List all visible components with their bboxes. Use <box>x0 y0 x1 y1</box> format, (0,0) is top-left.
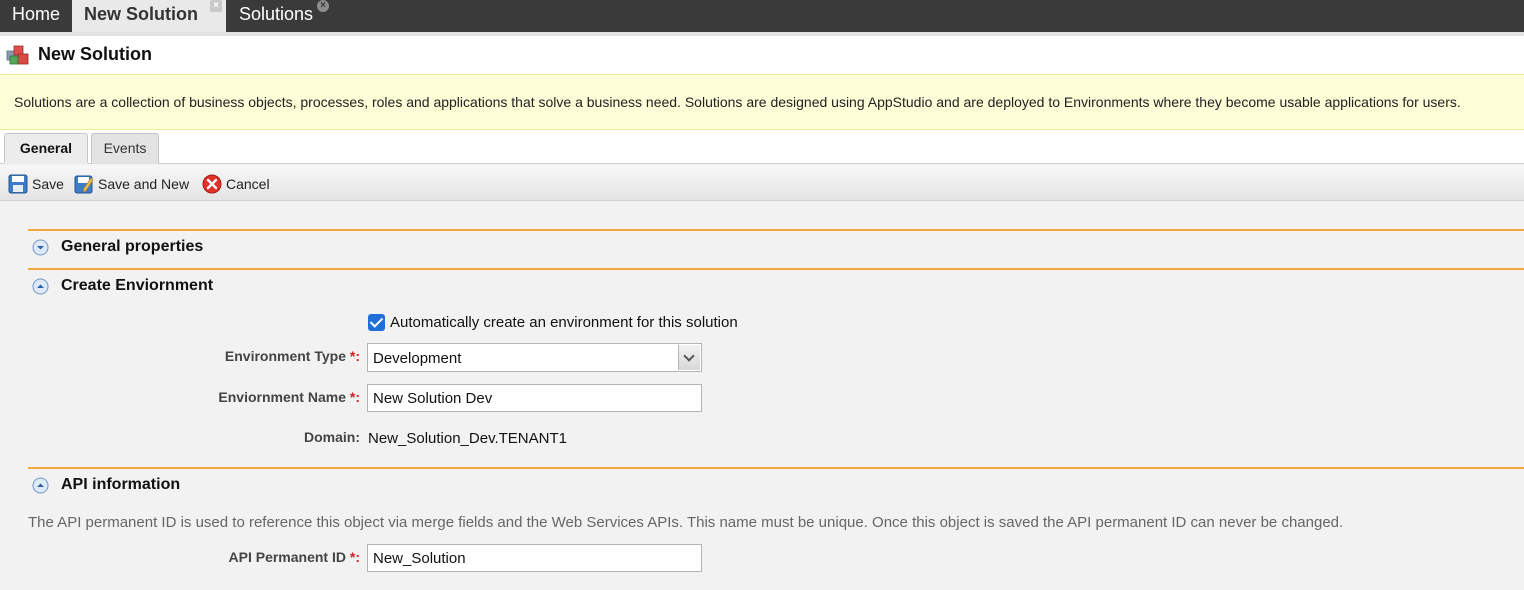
auto-create-environment-checkbox[interactable] <box>368 314 385 331</box>
environment-name-input[interactable] <box>367 384 702 412</box>
section-general-properties-title: General properties <box>61 238 204 255</box>
environment-name-label: Enviornment Name *: <box>218 389 360 405</box>
auto-create-environment-label: Automatically create an environment for … <box>390 314 738 331</box>
api-description: The API permanent ID is used to referenc… <box>28 514 1344 531</box>
cancel-label: Cancel <box>226 176 270 192</box>
tab-new-solution-label: New Solution <box>84 4 198 24</box>
info-banner: Solutions are a collection of business o… <box>0 74 1524 130</box>
section-api-information-title: API information <box>61 476 181 493</box>
cancel-button[interactable]: Cancel <box>202 174 274 194</box>
tab-home-label: Home <box>12 4 61 24</box>
save-label: Save <box>32 176 64 192</box>
save-button[interactable]: Save <box>8 174 68 194</box>
section-create-environment[interactable]: Create Enviornment <box>28 268 1524 306</box>
chevron-up-circle-icon[interactable] <box>32 477 49 494</box>
environment-type-select[interactable]: Development <box>367 343 702 372</box>
save-and-new-label: Save and New <box>98 176 190 192</box>
tab-new-solution-close-icon[interactable]: × <box>210 0 222 12</box>
chevron-down-icon[interactable] <box>678 345 700 370</box>
floppy-disk-icon <box>8 174 28 194</box>
top-tab-bar: Home New Solution × Solutions × <box>0 0 1524 32</box>
save-and-new-button[interactable]: Save and New <box>74 174 196 194</box>
section-general-properties[interactable]: General properties <box>28 229 1524 267</box>
chevron-down-circle-icon[interactable] <box>32 239 49 256</box>
tab-solutions[interactable]: Solutions × <box>227 0 337 32</box>
tab-new-solution[interactable]: New Solution × <box>72 0 226 32</box>
page-header: New Solution <box>0 36 1524 74</box>
chevron-up-circle-icon[interactable] <box>32 278 49 295</box>
tab-solutions-label: Solutions <box>239 4 314 24</box>
page-title: New Solution <box>38 44 152 64</box>
info-banner-text: Solutions are a collection of business o… <box>14 94 1461 110</box>
api-permanent-id-input[interactable] <box>367 544 702 572</box>
domain-label: Domain: <box>304 429 360 445</box>
api-permanent-id-label-text: API Permanent ID <box>228 549 346 565</box>
tab-solutions-close-icon[interactable]: × <box>317 0 329 12</box>
environment-name-label-text: Enviornment Name <box>218 389 346 405</box>
tab-general[interactable]: General <box>4 133 88 164</box>
environment-type-value: Development <box>373 350 462 367</box>
red-x-circle-icon <box>202 174 222 194</box>
floppy-pencil-icon <box>74 175 94 194</box>
required-marker: *: <box>349 348 360 364</box>
environment-type-label: Environment Type *: <box>225 348 360 364</box>
environment-type-label-text: Environment Type <box>224 348 346 364</box>
domain-value: New_Solution_Dev.TENANT1 <box>368 430 567 447</box>
required-marker: *: <box>349 549 360 565</box>
api-permanent-id-label: API Permanent ID *: <box>229 549 361 565</box>
tab-events[interactable]: Events <box>91 133 159 164</box>
required-marker: *: <box>349 389 360 405</box>
tab-home[interactable]: Home <box>0 0 70 32</box>
section-create-environment-title: Create Enviornment <box>61 277 214 294</box>
form-tabs: General Events <box>0 130 1524 164</box>
section-api-information[interactable]: API information <box>28 467 1524 505</box>
solution-cubes-icon <box>6 45 29 65</box>
action-toolbar: Save Save and New Cancel <box>0 165 1524 201</box>
